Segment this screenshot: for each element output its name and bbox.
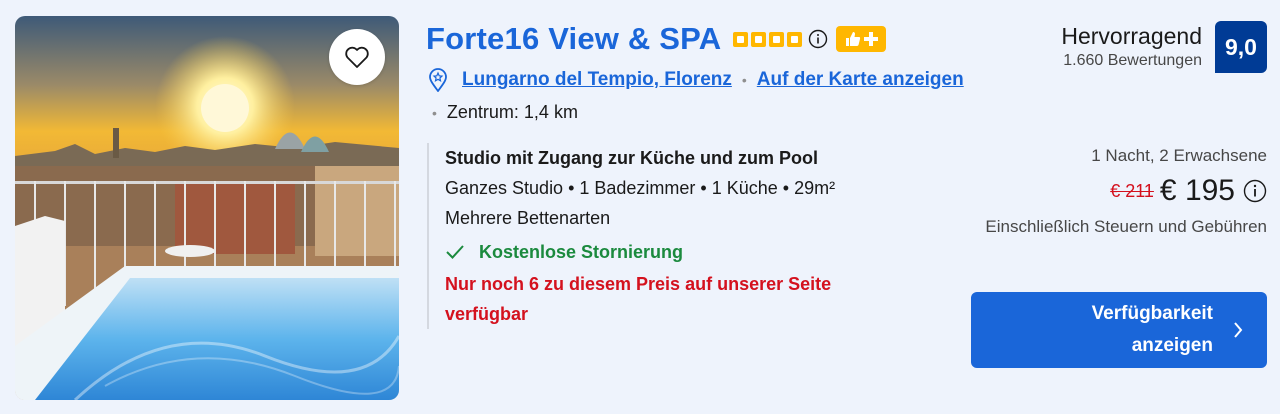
star-icon (733, 31, 749, 47)
preferred-partner-badge[interactable] (836, 26, 887, 52)
info-icon[interactable] (1243, 179, 1267, 203)
star-icon (769, 31, 785, 47)
current-price: € 195 (1159, 174, 1235, 207)
room-info: Studio mit Zugang zur Küche und zum Pool… (427, 143, 935, 329)
info-icon[interactable] (808, 29, 828, 49)
original-price: € 211 (1110, 180, 1154, 201)
occupancy-text: 1 Nacht, 2 Erwachsene (1091, 146, 1267, 165)
address-link[interactable]: Lungarno del Tempio, Florenz (462, 69, 732, 91)
cta-label: Verfügbarkeit anzeigen (1091, 303, 1213, 356)
star-icon (751, 31, 767, 47)
title-row: Forte16 View & SPA (426, 18, 887, 60)
separator-dot: • (741, 72, 747, 88)
distance-row: • Zentrum: 1,4 km (432, 102, 578, 123)
chevron-right-icon (1234, 322, 1243, 338)
price-row: € 211 € 195 (967, 174, 1267, 208)
star-icon (787, 31, 803, 47)
review-count: 1.660 Bewertungen (1063, 52, 1202, 69)
plus-icon (863, 32, 878, 46)
star-rating (733, 31, 803, 47)
room-details: Ganzes Studio • 1 Badezimmer • 1 Küche •… (445, 178, 836, 198)
rating-word: Hervorragend (1061, 23, 1202, 49)
show-on-map-link[interactable]: Auf der Karte anzeigen (757, 69, 964, 91)
review-summary[interactable]: Hervorragend 1.660 Bewertungen (1061, 22, 1202, 72)
free-cancellation: Kostenlose Stornierung (445, 237, 935, 267)
bed-types: Mehrere Bettenarten (445, 208, 611, 228)
price-block: 1 Nacht, 2 Erwachsene € 211 € 195 Einsch… (967, 144, 1267, 241)
location-pin-icon (429, 68, 447, 92)
cancellation-text: Kostenlose Stornierung (479, 242, 684, 262)
taxes-note: Einschließlich Steuern und Gebühren (985, 217, 1267, 236)
hotel-name-link[interactable]: Forte16 View & SPA (426, 21, 721, 57)
thumbs-up-icon (845, 32, 860, 46)
separator-dot: • (432, 104, 437, 121)
favorite-button[interactable] (329, 29, 385, 85)
location-row: Lungarno del Tempio, Florenz • Auf der K… (428, 68, 964, 92)
distance-text: Zentrum: 1,4 km (446, 102, 578, 122)
heart-icon (345, 46, 369, 68)
checkmark-icon (446, 245, 464, 259)
review-score-badge[interactable]: 9,0 (1215, 21, 1267, 73)
scarcity-message: Nur noch 6 zu diesem Preis auf unserer S… (445, 274, 832, 324)
room-title: Studio mit Zugang zur Küche und zum Pool (445, 148, 818, 168)
see-availability-button[interactable]: Verfügbarkeit anzeigen (971, 292, 1267, 368)
